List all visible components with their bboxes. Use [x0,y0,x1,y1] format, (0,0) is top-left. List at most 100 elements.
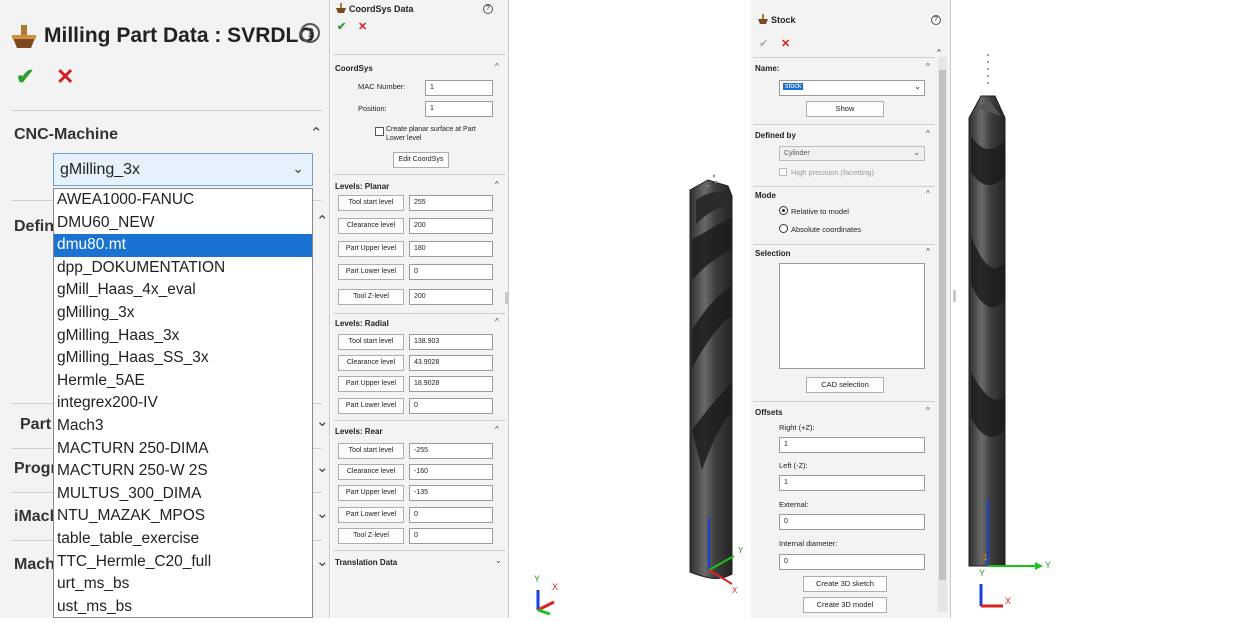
list-item[interactable]: integrex200-IV [54,392,312,415]
panel-splitter-handle[interactable] [953,290,956,302]
list-item[interactable]: ust_ms_bs [54,596,312,618]
list-item[interactable]: Hermle_5AE [54,370,312,393]
right-offset-field[interactable]: 1 [779,437,925,453]
edit-coordsys-button[interactable]: Edit CoordSys [393,152,449,168]
list-item[interactable]: Mach3 [54,415,312,438]
part-lower-level-field[interactable]: 0 [409,507,493,523]
part-upper-level-field[interactable]: 18.9028 [409,376,493,392]
tool-start-level-field[interactable]: 255 [409,195,493,211]
list-item-selected[interactable]: dmu80.mt [54,234,312,257]
translation-data-header[interactable]: Translation Data [335,558,397,567]
cad-selection-button[interactable]: CAD selection [806,377,884,393]
part-lower-level-field[interactable]: 0 [409,398,493,414]
help-icon[interactable]: ? [300,23,320,43]
section-mach[interactable]: Mach [14,556,55,574]
list-item[interactable]: dpp_DOKUMENTATION [54,257,312,280]
show-button[interactable]: Show [806,101,884,117]
clearance-level-button[interactable]: Clearance level [338,218,404,234]
mac-number-field[interactable]: 1 [425,80,493,96]
external-offset-field[interactable]: 0 [779,514,925,530]
graphics-viewport-right[interactable]: 1 Y Y X [957,0,1239,618]
chevron-down-icon[interactable]: ⌄ [316,552,329,570]
list-item[interactable]: table_table_exercise [54,528,312,551]
list-item[interactable]: DMU60_NEW [54,212,312,235]
ok-icon[interactable]: ✔ [16,64,34,90]
help-icon[interactable]: ? [931,15,941,25]
part-upper-level-button[interactable]: Part Upper level [338,376,404,392]
position-field[interactable]: 1 [425,101,493,117]
section-progr[interactable]: Progr [14,460,57,478]
clearance-level-field[interactable]: 43.9028 [409,355,493,371]
panel-splitter-handle[interactable] [505,292,509,304]
part-lower-level-button[interactable]: Part Lower level [338,264,404,280]
section-cnc-machine[interactable]: CNC-Machine [14,126,118,144]
chevron-down-icon[interactable]: ⌄ [316,412,329,430]
defined-by-select[interactable]: Cylinder ⌄ [779,146,925,161]
machine-dropdown-list[interactable]: AWEA1000-FANUC DMU60_NEW dmu80.mt dpp_DO… [53,188,313,618]
chevron-up-icon[interactable]: ^ [926,189,930,198]
part-lower-level-field[interactable]: 0 [409,264,493,280]
levels-rear-header[interactable]: Levels: Rear [335,427,383,436]
part-upper-level-field[interactable]: 180 [409,241,493,257]
part-lower-level-button[interactable]: Part Lower level [338,507,404,523]
tool-z-level-field[interactable]: 0 [409,528,493,544]
part-upper-level-button[interactable]: Part Upper level [338,485,404,501]
levels-planar-header[interactable]: Levels: Planar [335,182,389,191]
chevron-up-icon[interactable]: ^ [926,406,930,415]
graphics-viewport-left[interactable]: Y X Y X [510,0,750,618]
levels-radial-header[interactable]: Levels: Radial [335,319,389,328]
cancel-icon[interactable]: ✕ [358,20,367,33]
scrollbar-thumb[interactable] [939,70,946,580]
tool-z-level-button[interactable]: Tool Z-level [338,528,404,544]
machine-select[interactable]: gMilling_3x ⌄ [53,153,313,186]
list-item[interactable]: MACTURN 250-DIMA [54,438,312,461]
chevron-up-icon[interactable]: ^ [495,180,499,189]
list-item[interactable]: gMilling_Haas_SS_3x [54,347,312,370]
list-item[interactable]: gMilling_3x [54,302,312,325]
list-item[interactable]: TTC_Hermle_C20_full [54,551,312,574]
chevron-up-icon[interactable]: ^ [495,425,499,434]
tool-start-level-button[interactable]: Tool start level [338,443,404,459]
part-upper-level-button[interactable]: Part Upper level [338,241,404,257]
tool-z-level-button[interactable]: Tool Z-level [338,289,404,305]
mode-relative-radio[interactable] [779,206,788,215]
part-lower-level-button[interactable]: Part Lower level [338,398,404,414]
mode-absolute-radio[interactable] [779,224,788,233]
list-item[interactable]: gMilling_Haas_3x [54,325,312,348]
coordsys-header[interactable]: CoordSys [335,64,373,73]
chevron-up-icon[interactable]: ^ [495,317,499,326]
list-item[interactable]: AWEA1000-FANUC [54,189,312,212]
list-item[interactable]: gMill_Haas_4x_eval [54,279,312,302]
section-defin[interactable]: Defin [14,218,54,236]
cancel-icon[interactable]: ✕ [781,37,790,50]
chevron-up-icon[interactable]: ^ [926,62,930,71]
chevron-down-icon[interactable]: ⌄ [495,556,502,565]
clearance-level-button[interactable]: Clearance level [338,464,404,480]
list-item[interactable]: NTU_MAZAK_MPOS [54,505,312,528]
create-3d-sketch-button[interactable]: Create 3D sketch [803,576,887,592]
planar-surface-checkbox[interactable] [375,127,384,136]
chevron-down-icon[interactable]: ⌄ [316,458,329,476]
section-part[interactable]: Part [20,416,51,434]
stock-name-combo[interactable]: stock ⌄ [779,80,925,96]
chevron-up-icon[interactable]: ^ [926,247,930,256]
clearance-level-field[interactable]: -160 [409,464,493,480]
list-item[interactable]: MULTUS_300_DIMA [54,483,312,506]
tool-start-level-field[interactable]: 138.903 [409,334,493,350]
tool-start-level-button[interactable]: Tool start level [338,334,404,350]
cancel-icon[interactable]: ✕ [56,64,74,90]
ok-icon[interactable]: ✔ [759,37,768,50]
internal-diameter-field[interactable]: 0 [779,554,925,570]
selection-list[interactable] [779,263,925,369]
tool-z-level-field[interactable]: 200 [409,289,493,305]
scroll-up-icon[interactable]: ^ [937,48,941,57]
help-icon[interactable]: ? [483,4,493,14]
tool-start-level-field[interactable]: -255 [409,443,493,459]
left-offset-field[interactable]: 1 [779,475,925,491]
chevron-down-icon[interactable]: ⌄ [316,504,329,522]
clearance-level-field[interactable]: 200 [409,218,493,234]
chevron-up-icon[interactable]: ⌃ [316,212,329,230]
chevron-up-icon[interactable]: ⌃ [310,124,323,142]
part-upper-level-field[interactable]: -135 [409,485,493,501]
create-3d-model-button[interactable]: Create 3D model [803,597,887,613]
